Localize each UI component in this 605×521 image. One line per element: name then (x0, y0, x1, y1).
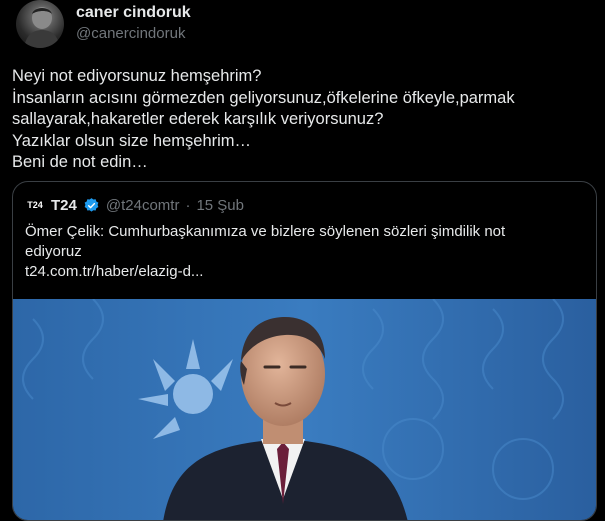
quoted-tweet-text: Ömer Çelik: Cumhurbaşkanımıza ve bizlere… (25, 222, 585, 282)
t24-logo-icon: T24 (27, 200, 43, 210)
avatar[interactable] (16, 0, 64, 48)
quoted-tweet-date[interactable]: 15 Şub (196, 197, 244, 214)
quoted-tweet-link[interactable]: t24.com.tr/haber/elazig-d... (25, 262, 585, 282)
press-conference-photo[interactable] (13, 299, 596, 520)
quoted-text-line-2: ediyoruz (25, 243, 82, 260)
quoted-text-line-1: Ömer Çelik: Cumhurbaşkanımıza ve bizlere… (25, 223, 506, 240)
quoted-author-name[interactable]: T24 (51, 197, 77, 214)
verified-badge-icon (84, 197, 99, 212)
quoted-author-handle[interactable]: @t24comtr (106, 197, 180, 214)
author-handle[interactable]: @canercindoruk (76, 25, 185, 42)
quoted-tweet-card[interactable]: T24 T24 @t24comtr · 15 Şub Ömer Çelik: C… (12, 181, 597, 521)
tweet-text: Neyi not ediyorsunuz hemşehrim? İnsanlar… (12, 67, 515, 171)
quoted-tweet-header: T24 T24 @t24comtr · 15 Şub (25, 195, 244, 215)
author-display-name[interactable]: caner cindoruk (76, 4, 191, 22)
meta-separator: · (185, 196, 191, 214)
